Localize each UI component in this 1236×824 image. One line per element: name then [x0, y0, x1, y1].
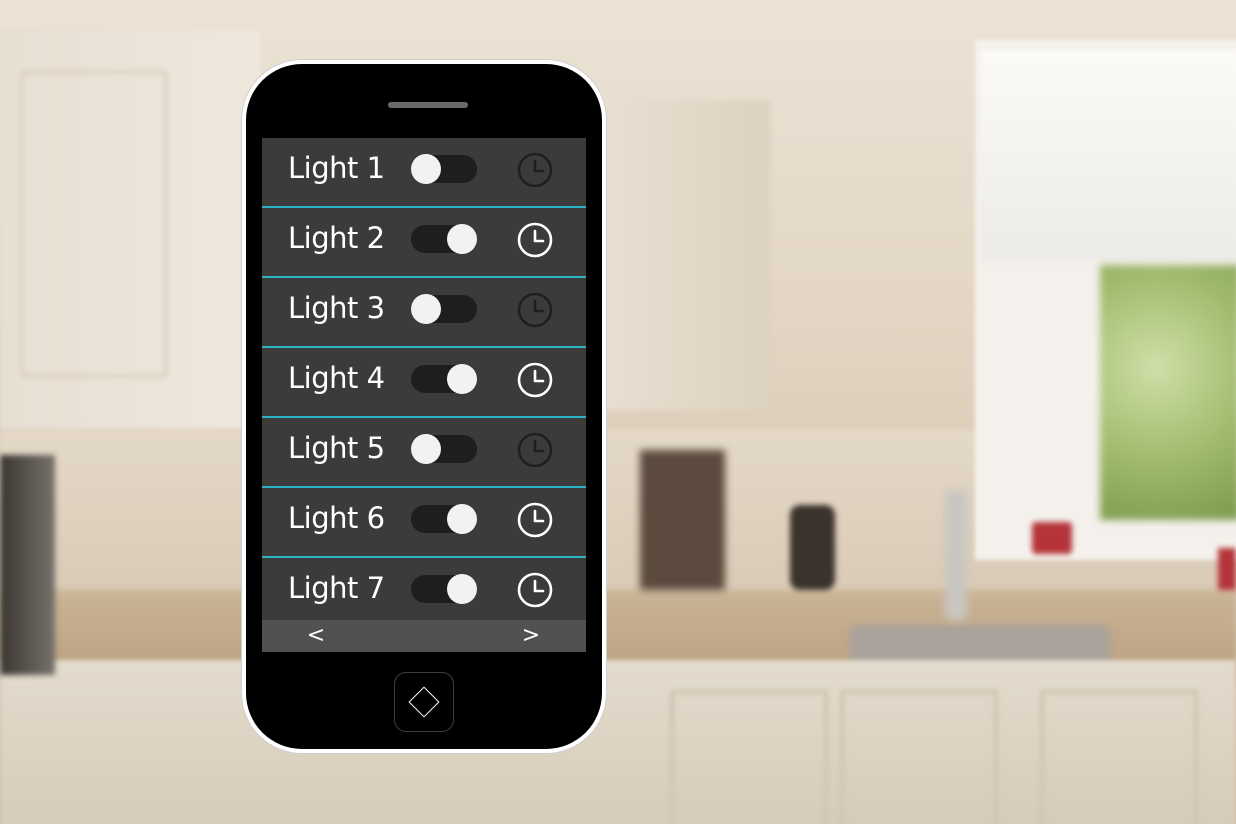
kitchen-background [0, 0, 1236, 824]
light-label: Light 5 [288, 431, 385, 465]
lower-cabinet-door [840, 690, 998, 824]
light-toggle[interactable] [411, 224, 477, 254]
light-row: Light 4 [262, 348, 586, 418]
upper-cabinet-middle [600, 100, 770, 410]
light-toggle[interactable] [411, 434, 477, 464]
jar [640, 450, 725, 590]
speaker-grille [388, 102, 468, 108]
pagination-bar: < > [262, 620, 586, 652]
lower-cabinet-door [1040, 690, 1198, 824]
kettle [790, 505, 835, 590]
clock-icon[interactable] [517, 572, 553, 608]
light-label: Light 3 [288, 291, 385, 325]
light-label: Light 6 [288, 501, 385, 535]
faucet [945, 490, 967, 620]
lower-cabinet-door [670, 690, 828, 824]
toggle-knob [447, 364, 477, 394]
toggle-knob [447, 574, 477, 604]
clock-icon[interactable] [517, 152, 553, 188]
light-row: Light 7 [262, 558, 586, 626]
light-toggle[interactable] [411, 364, 477, 394]
cabinet-door [20, 70, 168, 378]
light-row: Light 1 [262, 138, 586, 208]
light-row: Light 5 [262, 418, 586, 488]
toggle-knob [411, 154, 441, 184]
next-page-button[interactable]: > [519, 622, 543, 650]
cup [1218, 548, 1236, 590]
diamond-icon [408, 686, 440, 718]
previous-page-button[interactable]: < [304, 622, 328, 650]
window-greenery [1100, 265, 1236, 520]
light-label: Light 4 [288, 361, 385, 395]
toggle-knob [411, 434, 441, 464]
light-row: Light 3 [262, 278, 586, 348]
light-label: Light 2 [288, 221, 385, 255]
light-toggle[interactable] [411, 574, 477, 604]
light-label: Light 1 [288, 151, 385, 185]
light-toggle[interactable] [411, 504, 477, 534]
light-control-screen: Light 1 Light 2 Light 3 Light 4 Light 5 Light… [262, 138, 586, 652]
toggle-knob [447, 504, 477, 534]
clock-icon[interactable] [517, 432, 553, 468]
clock-icon[interactable] [517, 222, 553, 258]
clock-icon[interactable] [517, 502, 553, 538]
clock-icon[interactable] [517, 362, 553, 398]
light-row: Light 6 [262, 488, 586, 558]
clock-icon[interactable] [517, 292, 553, 328]
home-button[interactable] [394, 672, 454, 732]
light-toggle[interactable] [411, 294, 477, 324]
cup [1032, 522, 1072, 554]
light-toggle[interactable] [411, 154, 477, 184]
appliance [0, 455, 55, 675]
toggle-knob [447, 224, 477, 254]
light-label: Light 7 [288, 571, 385, 605]
toggle-knob [411, 294, 441, 324]
window-blind [980, 50, 1236, 260]
light-row: Light 2 [262, 208, 586, 278]
